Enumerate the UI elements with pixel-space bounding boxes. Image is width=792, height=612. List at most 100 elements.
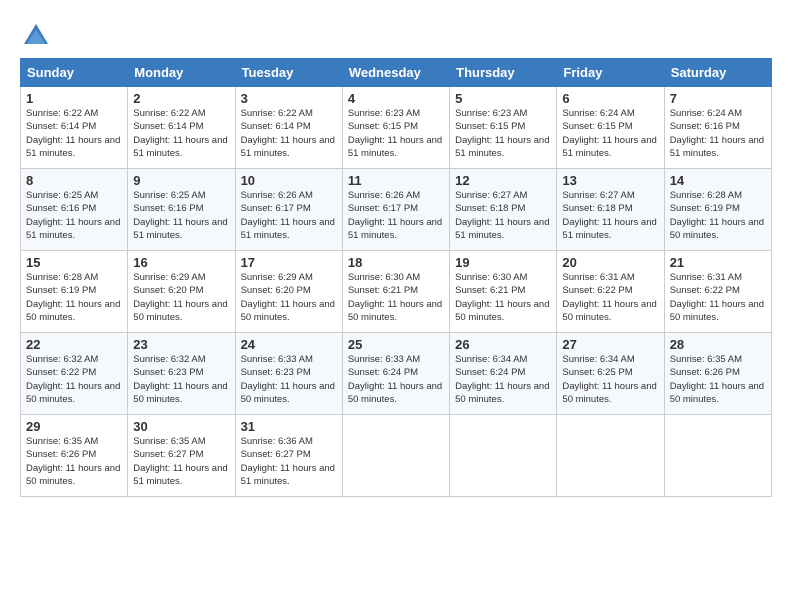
day-cell-12: 12 Sunrise: 6:27 AM Sunset: 6:18 PM Dayl… [450, 169, 557, 251]
day-info: Sunrise: 6:24 AM Sunset: 6:15 PM Dayligh… [562, 107, 658, 160]
day-info: Sunrise: 6:36 AM Sunset: 6:27 PM Dayligh… [241, 435, 337, 488]
day-info: Sunrise: 6:25 AM Sunset: 6:16 PM Dayligh… [26, 189, 122, 242]
day-number: 18 [348, 255, 444, 270]
week-row-2: 8 Sunrise: 6:25 AM Sunset: 6:16 PM Dayli… [21, 169, 772, 251]
day-number: 7 [670, 91, 766, 106]
day-cell-24: 24 Sunrise: 6:33 AM Sunset: 6:23 PM Dayl… [235, 333, 342, 415]
day-number: 16 [133, 255, 229, 270]
col-header-thursday: Thursday [450, 59, 557, 87]
day-info: Sunrise: 6:34 AM Sunset: 6:24 PM Dayligh… [455, 353, 551, 406]
day-number: 21 [670, 255, 766, 270]
day-info: Sunrise: 6:26 AM Sunset: 6:17 PM Dayligh… [348, 189, 444, 242]
day-cell-27: 27 Sunrise: 6:34 AM Sunset: 6:25 PM Dayl… [557, 333, 664, 415]
day-cell-23: 23 Sunrise: 6:32 AM Sunset: 6:23 PM Dayl… [128, 333, 235, 415]
day-cell-22: 22 Sunrise: 6:32 AM Sunset: 6:22 PM Dayl… [21, 333, 128, 415]
logo [20, 20, 56, 52]
day-cell-3: 3 Sunrise: 6:22 AM Sunset: 6:14 PM Dayli… [235, 87, 342, 169]
day-cell-21: 21 Sunrise: 6:31 AM Sunset: 6:22 PM Dayl… [664, 251, 771, 333]
day-number: 8 [26, 173, 122, 188]
day-number: 5 [455, 91, 551, 106]
day-number: 15 [26, 255, 122, 270]
day-number: 10 [241, 173, 337, 188]
day-cell-31: 31 Sunrise: 6:36 AM Sunset: 6:27 PM Dayl… [235, 415, 342, 497]
col-header-sunday: Sunday [21, 59, 128, 87]
day-info: Sunrise: 6:25 AM Sunset: 6:16 PM Dayligh… [133, 189, 229, 242]
day-info: Sunrise: 6:29 AM Sunset: 6:20 PM Dayligh… [133, 271, 229, 324]
day-number: 6 [562, 91, 658, 106]
day-number: 9 [133, 173, 229, 188]
day-number: 26 [455, 337, 551, 352]
day-number: 19 [455, 255, 551, 270]
empty-cell [342, 415, 449, 497]
day-number: 3 [241, 91, 337, 106]
day-info: Sunrise: 6:33 AM Sunset: 6:23 PM Dayligh… [241, 353, 337, 406]
day-number: 31 [241, 419, 337, 434]
day-info: Sunrise: 6:24 AM Sunset: 6:16 PM Dayligh… [670, 107, 766, 160]
day-number: 29 [26, 419, 122, 434]
week-row-4: 22 Sunrise: 6:32 AM Sunset: 6:22 PM Dayl… [21, 333, 772, 415]
day-info: Sunrise: 6:22 AM Sunset: 6:14 PM Dayligh… [133, 107, 229, 160]
col-header-friday: Friday [557, 59, 664, 87]
day-cell-14: 14 Sunrise: 6:28 AM Sunset: 6:19 PM Dayl… [664, 169, 771, 251]
week-row-1: 1 Sunrise: 6:22 AM Sunset: 6:14 PM Dayli… [21, 87, 772, 169]
day-cell-6: 6 Sunrise: 6:24 AM Sunset: 6:15 PM Dayli… [557, 87, 664, 169]
day-info: Sunrise: 6:33 AM Sunset: 6:24 PM Dayligh… [348, 353, 444, 406]
day-number: 27 [562, 337, 658, 352]
day-info: Sunrise: 6:22 AM Sunset: 6:14 PM Dayligh… [26, 107, 122, 160]
day-info: Sunrise: 6:32 AM Sunset: 6:23 PM Dayligh… [133, 353, 229, 406]
empty-cell [557, 415, 664, 497]
day-cell-19: 19 Sunrise: 6:30 AM Sunset: 6:21 PM Dayl… [450, 251, 557, 333]
day-cell-7: 7 Sunrise: 6:24 AM Sunset: 6:16 PM Dayli… [664, 87, 771, 169]
empty-cell [450, 415, 557, 497]
day-cell-16: 16 Sunrise: 6:29 AM Sunset: 6:20 PM Dayl… [128, 251, 235, 333]
empty-cell [664, 415, 771, 497]
day-info: Sunrise: 6:35 AM Sunset: 6:27 PM Dayligh… [133, 435, 229, 488]
day-number: 23 [133, 337, 229, 352]
day-info: Sunrise: 6:31 AM Sunset: 6:22 PM Dayligh… [670, 271, 766, 324]
day-info: Sunrise: 6:28 AM Sunset: 6:19 PM Dayligh… [26, 271, 122, 324]
day-cell-4: 4 Sunrise: 6:23 AM Sunset: 6:15 PM Dayli… [342, 87, 449, 169]
day-info: Sunrise: 6:31 AM Sunset: 6:22 PM Dayligh… [562, 271, 658, 324]
day-cell-9: 9 Sunrise: 6:25 AM Sunset: 6:16 PM Dayli… [128, 169, 235, 251]
day-number: 25 [348, 337, 444, 352]
day-cell-26: 26 Sunrise: 6:34 AM Sunset: 6:24 PM Dayl… [450, 333, 557, 415]
day-info: Sunrise: 6:35 AM Sunset: 6:26 PM Dayligh… [670, 353, 766, 406]
day-cell-17: 17 Sunrise: 6:29 AM Sunset: 6:20 PM Dayl… [235, 251, 342, 333]
day-cell-20: 20 Sunrise: 6:31 AM Sunset: 6:22 PM Dayl… [557, 251, 664, 333]
day-number: 22 [26, 337, 122, 352]
day-number: 14 [670, 173, 766, 188]
day-number: 2 [133, 91, 229, 106]
day-number: 20 [562, 255, 658, 270]
day-cell-18: 18 Sunrise: 6:30 AM Sunset: 6:21 PM Dayl… [342, 251, 449, 333]
day-info: Sunrise: 6:30 AM Sunset: 6:21 PM Dayligh… [455, 271, 551, 324]
col-header-wednesday: Wednesday [342, 59, 449, 87]
day-cell-30: 30 Sunrise: 6:35 AM Sunset: 6:27 PM Dayl… [128, 415, 235, 497]
day-number: 28 [670, 337, 766, 352]
col-header-saturday: Saturday [664, 59, 771, 87]
day-info: Sunrise: 6:28 AM Sunset: 6:19 PM Dayligh… [670, 189, 766, 242]
day-cell-11: 11 Sunrise: 6:26 AM Sunset: 6:17 PM Dayl… [342, 169, 449, 251]
week-row-3: 15 Sunrise: 6:28 AM Sunset: 6:19 PM Dayl… [21, 251, 772, 333]
day-number: 11 [348, 173, 444, 188]
day-number: 13 [562, 173, 658, 188]
day-number: 24 [241, 337, 337, 352]
day-cell-8: 8 Sunrise: 6:25 AM Sunset: 6:16 PM Dayli… [21, 169, 128, 251]
day-number: 17 [241, 255, 337, 270]
day-number: 4 [348, 91, 444, 106]
day-info: Sunrise: 6:26 AM Sunset: 6:17 PM Dayligh… [241, 189, 337, 242]
day-number: 1 [26, 91, 122, 106]
day-info: Sunrise: 6:29 AM Sunset: 6:20 PM Dayligh… [241, 271, 337, 324]
col-header-tuesday: Tuesday [235, 59, 342, 87]
page-header [20, 20, 772, 52]
day-cell-5: 5 Sunrise: 6:23 AM Sunset: 6:15 PM Dayli… [450, 87, 557, 169]
day-info: Sunrise: 6:27 AM Sunset: 6:18 PM Dayligh… [562, 189, 658, 242]
day-cell-29: 29 Sunrise: 6:35 AM Sunset: 6:26 PM Dayl… [21, 415, 128, 497]
day-number: 30 [133, 419, 229, 434]
day-info: Sunrise: 6:27 AM Sunset: 6:18 PM Dayligh… [455, 189, 551, 242]
day-info: Sunrise: 6:34 AM Sunset: 6:25 PM Dayligh… [562, 353, 658, 406]
day-info: Sunrise: 6:30 AM Sunset: 6:21 PM Dayligh… [348, 271, 444, 324]
day-cell-13: 13 Sunrise: 6:27 AM Sunset: 6:18 PM Dayl… [557, 169, 664, 251]
day-info: Sunrise: 6:23 AM Sunset: 6:15 PM Dayligh… [348, 107, 444, 160]
day-info: Sunrise: 6:22 AM Sunset: 6:14 PM Dayligh… [241, 107, 337, 160]
day-info: Sunrise: 6:23 AM Sunset: 6:15 PM Dayligh… [455, 107, 551, 160]
